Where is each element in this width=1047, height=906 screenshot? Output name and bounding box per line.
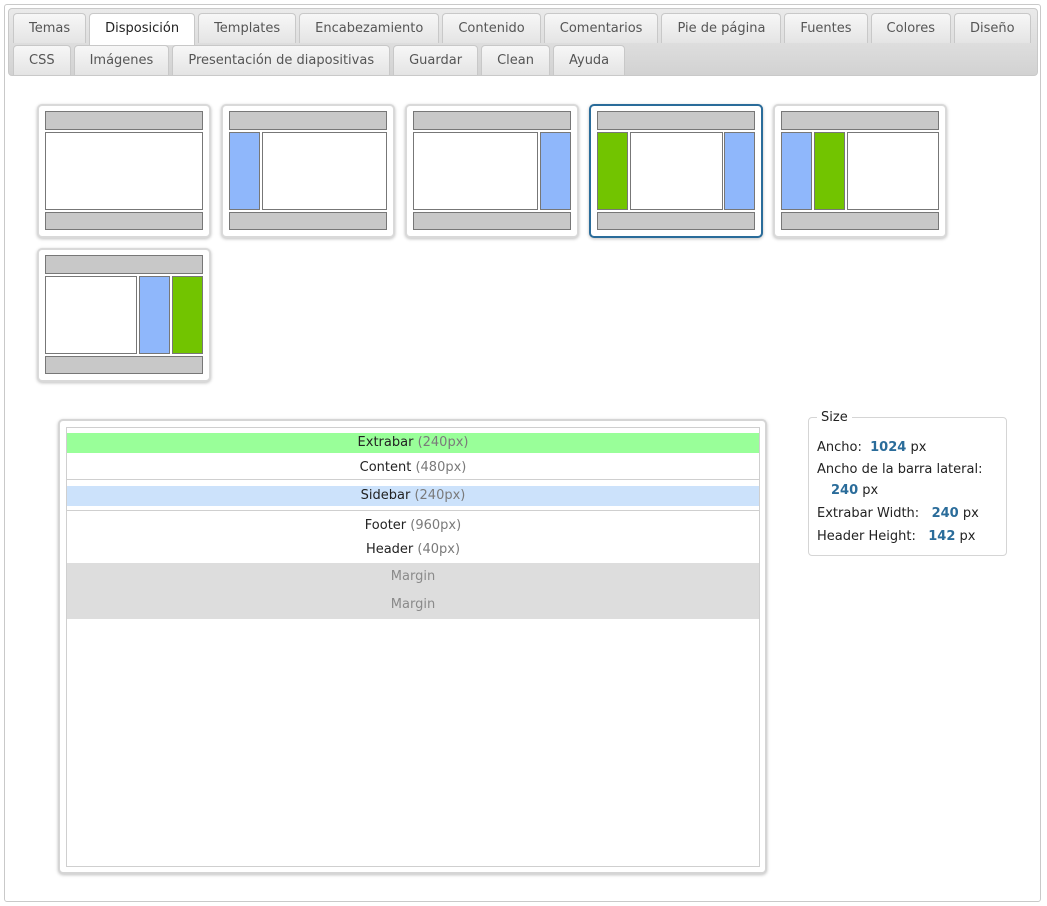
header-block [781,111,939,130]
header-block [45,111,203,130]
tab-row-2: CSS Imágenes Presentación de diapositiva… [13,45,628,76]
sidebar-block [540,132,571,210]
layout-preview: Extrabar (240px) Content (480px) Sidebar… [58,419,767,874]
tab-encabezamiento[interactable]: Encabezamiento [299,13,440,43]
tab-pie-de-pagina[interactable]: Pie de página [661,13,782,43]
extrabar-block [172,276,203,354]
footer-block [229,212,387,230]
layout-option-left-extrabar-right-sidebar[interactable] [589,104,763,238]
extrabar-width-value[interactable]: 240 [932,506,959,521]
ancho-value[interactable]: 1024 [870,440,906,455]
layout-option-content-only[interactable] [37,104,211,238]
footer-block [413,212,571,230]
sidebar-block [724,132,755,210]
sidebar-width-label-row: Ancho de la barra lateral: [817,462,982,477]
header-height-row: Header Height: 142 px [817,529,975,544]
header-block [229,111,387,130]
ancho-unit: px [910,440,927,455]
extrabar-width-row: Extrabar Width: 240 px [817,506,979,521]
footer-label: Footer [364,518,407,533]
tab-css[interactable]: CSS [13,45,71,75]
footer-size: (960px) [410,518,462,533]
tab-disposicion[interactable]: Disposición [89,13,196,45]
preview-row-content[interactable]: Content (480px) [67,456,759,480]
sidebar-size: (240px) [414,488,466,503]
content-block [45,132,203,210]
size-panel: Size Ancho: 1024 px Ancho de la barra la… [808,410,1007,556]
tab-guardar[interactable]: Guardar [393,45,479,75]
tab-comentarios[interactable]: Comentarios [543,13,659,43]
content-block [262,132,387,210]
layout-option-left-sidebar[interactable] [221,104,395,238]
preview-row-footer[interactable]: Footer (960px) [67,515,759,537]
header-block [413,111,571,130]
content-size: (480px) [415,460,467,475]
preview-row-extrabar[interactable]: Extrabar (240px) [67,433,759,453]
ancho-row: Ancho: 1024 px [817,440,926,455]
footer-block [597,212,755,230]
extrabar-size: (240px) [417,435,469,450]
sidebar-width-label: Ancho de la barra lateral: [817,462,983,477]
tab-bar: Temas Disposición Templates Encabezamien… [8,8,1038,76]
layout-option-right-sidebar-extrabar[interactable] [37,248,211,382]
tab-colores[interactable]: Colores [870,13,951,43]
tab-diseno[interactable]: Diseño [953,13,1031,43]
extrabar-label: Extrabar [357,435,414,450]
footer-block [45,212,203,230]
content-block [45,276,137,354]
tab-ayuda[interactable]: Ayuda [552,45,626,75]
sidebar-block [229,132,260,210]
tab-templates[interactable]: Templates [198,13,297,43]
header-height-unit: px [959,529,976,544]
size-legend: Size [817,410,852,425]
tab-presentacion-diapositivas[interactable]: Presentación de diapositivas [172,45,391,75]
header-label: Header [365,542,414,557]
tab-fuentes[interactable]: Fuentes [784,13,868,43]
extrabar-block [597,132,628,210]
tab-temas[interactable]: Temas [13,13,87,43]
ancho-label: Ancho: [817,440,862,455]
tab-clean[interactable]: Clean [481,45,550,75]
preview-row-margin-top: Margin [67,563,759,591]
sidebar-width-value-row: 240 px [831,483,878,498]
layout-option-right-sidebar[interactable] [405,104,579,238]
sidebar-block [139,276,170,354]
header-block [597,111,755,130]
sidebar-width-unit: px [862,483,879,498]
layout-option-left-sidebar-extrabar[interactable] [773,104,947,238]
preview-row-header[interactable]: Header (40px) [67,539,759,561]
sidebar-width-value[interactable]: 240 [831,483,858,498]
tab-imagenes[interactable]: Imágenes [73,45,170,75]
preview-row-sidebar[interactable]: Sidebar (240px) [67,486,759,506]
content-block [847,132,939,210]
extrabar-width-label: Extrabar Width: [817,506,920,521]
header-block [45,255,203,274]
content-block [413,132,538,210]
header-height-label: Header Height: [817,529,916,544]
sidebar-block [781,132,812,210]
extrabar-block [814,132,845,210]
footer-block [781,212,939,230]
footer-block [45,356,203,374]
tab-contenido[interactable]: Contenido [442,13,541,43]
content-label: Content [359,460,412,475]
content-block [630,132,723,210]
tab-row-1: Temas Disposición Templates Encabezamien… [13,13,1034,45]
extrabar-width-unit: px [962,506,979,521]
sidebar-label: Sidebar [360,488,411,503]
header-height-value[interactable]: 142 [928,529,955,544]
header-size: (40px) [417,542,461,557]
preview-row-margin-bottom: Margin [67,591,759,619]
preview-divider [67,510,759,511]
layout-preview-inner: Extrabar (240px) Content (480px) Sidebar… [66,427,760,867]
